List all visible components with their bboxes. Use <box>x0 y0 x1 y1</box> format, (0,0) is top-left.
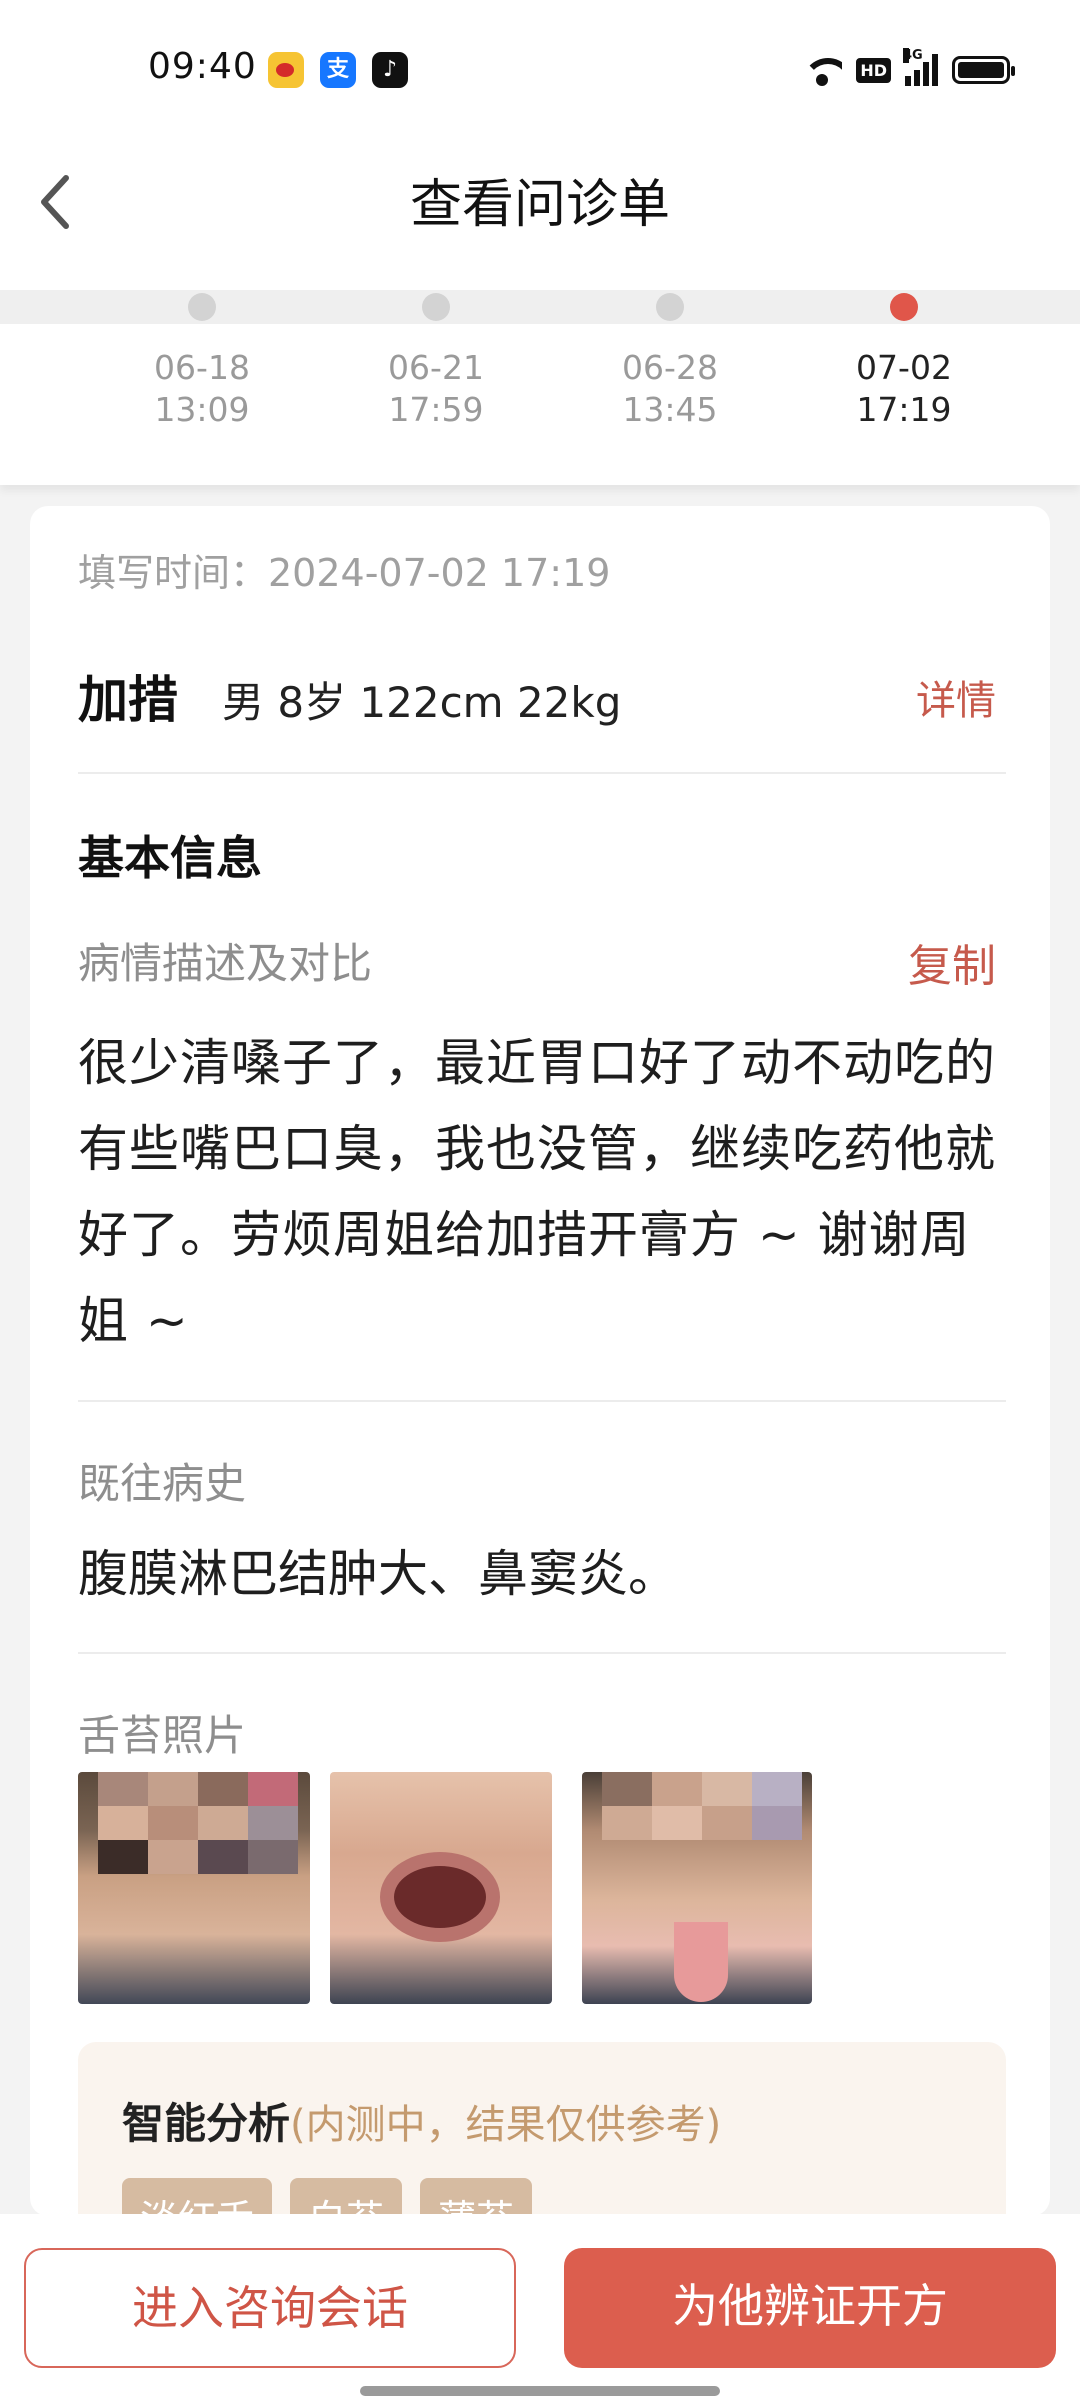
mosaic <box>602 1772 802 1840</box>
timeline-time: 17:59 <box>388 390 484 429</box>
network-type: 4G <box>903 48 923 63</box>
timeline-dot <box>890 293 918 321</box>
ai-note: (内测中，结果仅供参考) <box>290 2102 722 2148</box>
timeline-item[interactable]: 1 5 <box>0 290 60 480</box>
page-title: 查看问诊单 <box>409 175 670 235</box>
timeline-dot <box>188 293 216 321</box>
patient-info: 男 8岁 122cm 22kg <box>222 678 622 727</box>
page: 09:40 支 ♪ HD 4G 查看问诊单 1 5 <box>0 0 1080 2400</box>
timeline-date: 07-02 <box>856 348 952 387</box>
medical-history: 腹膜淋巴结肿大、鼻窦炎。 <box>78 1545 678 1603</box>
signal-icon: 4G <box>903 48 938 86</box>
timeline-time: 13:09 <box>154 390 250 429</box>
tongue-photo[interactable] <box>582 1772 812 2004</box>
enter-consult-button[interactable]: 进入咨询会话 <box>24 2248 516 2368</box>
status-right: HD 4G <box>802 48 1015 88</box>
ai-tag: 薄苔 <box>420 2178 533 2216</box>
prescribe-button[interactable]: 为他辨证开方 <box>564 2248 1056 2368</box>
fill-time: 填写时间：2024-07-02 17:19 <box>78 551 611 595</box>
ai-title-row: 智能分析(内测中，结果仅供参考) <box>122 2090 721 2151</box>
consultation-card: 填写时间：2024-07-02 17:19 加措 男 8岁 122cm 22kg… <box>30 506 1050 2216</box>
ai-title: 智能分析 <box>122 2099 291 2148</box>
divider <box>78 1652 1006 1654</box>
tongue-photo[interactable] <box>78 1772 310 2004</box>
patient-name: 加措 <box>78 671 178 729</box>
patient-summary: 加措 男 8岁 122cm 22kg <box>78 660 621 732</box>
timeline-time: 5 <box>0 390 60 429</box>
timeline-item[interactable]: 06-28 13:45 <box>570 290 770 480</box>
weibo-icon <box>268 52 304 88</box>
tongue-photo[interactable] <box>330 1772 552 2004</box>
ai-tags: 淡红舌 白苔 薄苔 <box>122 2178 533 2216</box>
history-label: 既往病史 <box>78 1459 247 1508</box>
timeline-date: 1 <box>0 348 60 387</box>
hd-badge: HD <box>856 57 891 83</box>
timeline-dot <box>422 293 450 321</box>
section-title: 基本信息 <box>78 831 262 885</box>
ai-tag: 淡红舌 <box>122 2178 273 2216</box>
tiktok-icon: ♪ <box>372 52 408 88</box>
mosaic <box>98 1772 298 1874</box>
bottom-action-bar: 进入咨询会话 为他辨证开方 <box>0 2214 1080 2400</box>
status-time: 09:40 <box>148 46 257 87</box>
nav-header: 查看问诊单 <box>0 140 1080 290</box>
timeline-time: 13:45 <box>622 390 718 429</box>
wifi-icon <box>802 54 843 86</box>
home-indicator[interactable] <box>360 2386 720 2396</box>
mouth <box>380 1852 500 1942</box>
ai-tag: 白苔 <box>290 2178 403 2216</box>
battery-icon <box>952 56 1015 84</box>
date-timeline: 1 5 06-18 13:09 06-21 17:59 06-28 13:45 … <box>0 290 1080 485</box>
divider <box>78 772 1006 774</box>
timeline-date: 06-18 <box>154 348 250 387</box>
detail-link[interactable]: 详情 <box>916 668 996 726</box>
desc-label: 病情描述及对比 <box>78 939 373 988</box>
timeline-date: 06-21 <box>388 348 484 387</box>
ai-analysis: 智能分析(内测中，结果仅供参考) 淡红舌 白苔 薄苔 <box>78 2042 1006 2216</box>
tongue <box>674 1922 728 2002</box>
timeline-date: 06-28 <box>622 348 718 387</box>
timeline-dot <box>656 293 684 321</box>
timeline-item-active[interactable]: 07-02 17:19 <box>804 290 1004 480</box>
condition-description: 很少清嗓子了，最近胃口好了动不动吃的有些嘴巴口臭，我也没管，继续吃药他就好了。劳… <box>78 1034 996 1350</box>
photos-label: 舌苔照片 <box>78 1711 247 1760</box>
alipay-icon: 支 <box>320 52 356 88</box>
status-bar: 09:40 支 ♪ HD 4G <box>0 0 1080 140</box>
divider <box>78 1400 1006 1402</box>
copy-button[interactable]: 复制 <box>908 930 996 994</box>
timeline-time: 17:19 <box>856 390 952 429</box>
timeline-item[interactable]: 06-18 13:09 <box>102 290 302 480</box>
timeline-item[interactable]: 06-21 17:59 <box>336 290 536 480</box>
